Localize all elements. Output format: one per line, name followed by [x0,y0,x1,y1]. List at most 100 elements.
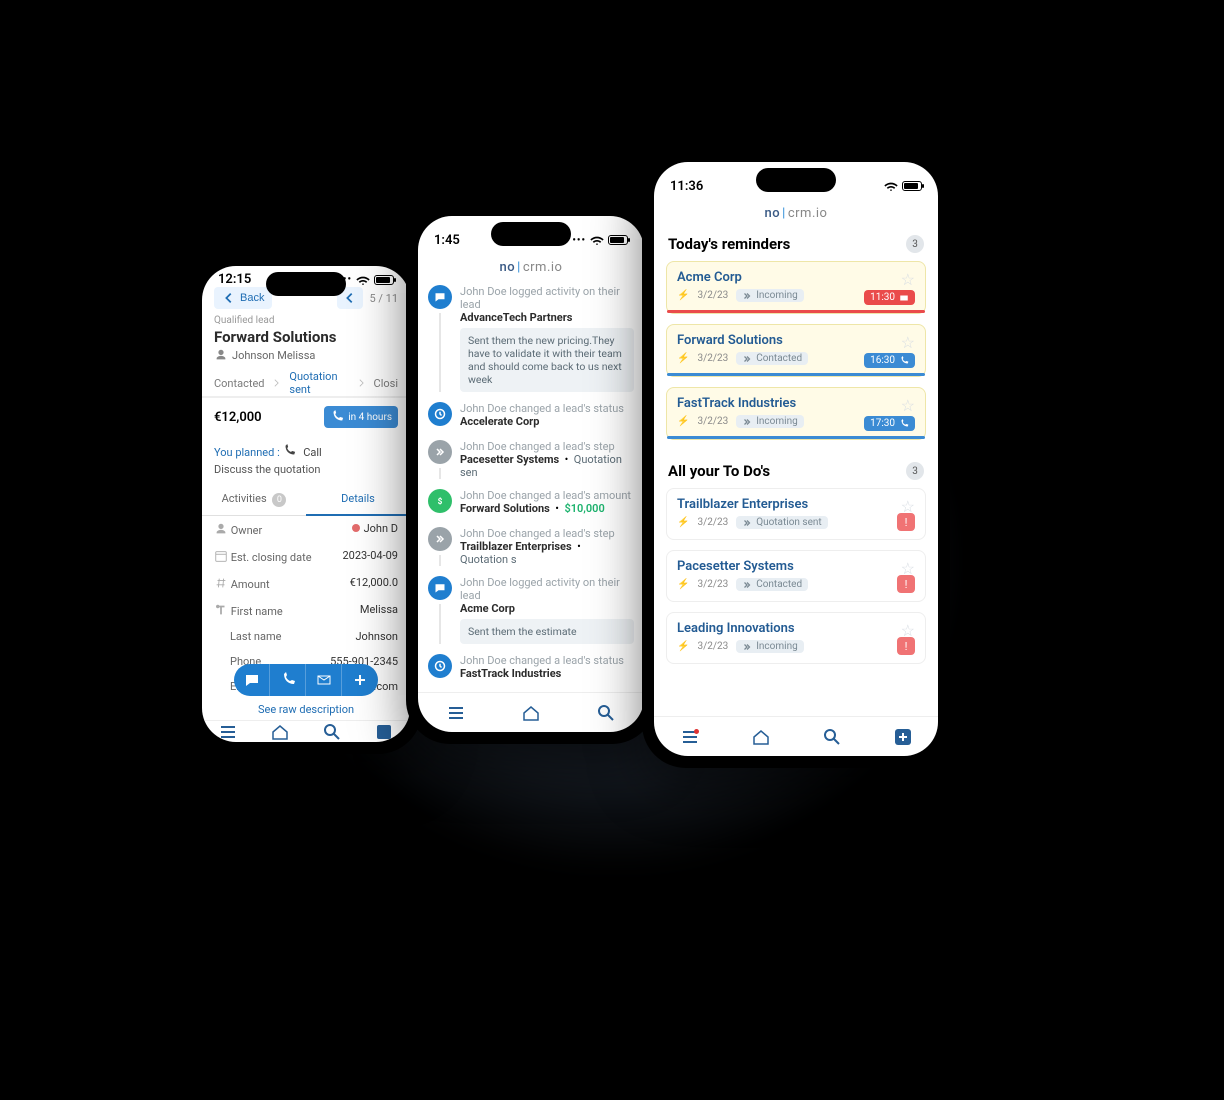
planned-action: Call [303,446,322,459]
alert-badge: ! [897,637,915,655]
plus-icon [352,672,368,688]
activity-item[interactable]: John Doe changed a lead's status Acceler… [428,402,634,430]
reminder-pill[interactable]: in 4 hours [324,406,398,428]
paragraph-icon [214,603,228,617]
star-icon[interactable]: ☆ [901,333,915,352]
star-icon[interactable]: ☆ [901,270,915,289]
step-nav[interactable]: Contacted Quotation sent Closi [202,368,410,398]
nav-menu[interactable] [679,726,701,748]
todo-date: 3/2/23 [697,517,728,528]
nav-search[interactable] [821,726,843,748]
fab-call[interactable] [270,664,306,696]
forward-icon [742,518,752,528]
fab-add[interactable] [342,664,378,696]
activity-item[interactable]: $ John Doe changed a lead's amount Forwa… [428,489,634,517]
reminder-lead-name: FastTrack Industries [677,396,915,411]
reminder-label: in 4 hours [348,412,392,423]
square-icon [374,722,394,742]
clock: 11:36 [670,179,703,194]
reminders-title: Today's reminders [668,235,790,253]
activity-item[interactable]: John Doe logged activity on their lead A… [428,576,634,644]
bolt-icon: ⚡ [677,641,689,652]
reminder-date: 3/2/23 [697,290,728,301]
search-icon [322,722,342,742]
wifi-icon [356,275,370,285]
reminders-count: 3 [906,235,924,253]
lead-title: Forward Solutions [202,326,410,348]
todos-count: 3 [906,462,924,480]
activity-lead-name: Pacesetter Systems [460,453,559,466]
raw-description-link[interactable]: See raw description [202,699,410,720]
todo-card[interactable]: ☆ Pacesetter Systems ⚡ 3/2/23 Contacted … [666,550,926,602]
forward-icon [742,580,752,590]
money-icon: $ [428,489,452,513]
reminder-time: 11:30 [864,290,915,305]
back-button[interactable]: Back [214,287,272,309]
activity-lead-name: FastTrack Industries [460,667,561,680]
activity-amount: $10,000 [564,502,604,515]
activity-lead-name: Trailblazer Enterprises [460,540,572,553]
fab-chat[interactable] [234,664,270,696]
alert-badge: ! [897,513,915,531]
nav-search[interactable] [595,702,617,724]
star-icon[interactable]: ☆ [901,396,915,415]
nav-menu[interactable] [445,702,467,724]
phone-icon [282,444,296,458]
forward-icon [742,354,752,364]
brand-logo: no|crm.io [418,258,644,285]
todo-lead-name: Pacesetter Systems [677,559,915,574]
activity-item[interactable]: John Doe changed a lead's step Pacesette… [428,440,634,479]
step-active[interactable]: Quotation sent [289,370,348,396]
reminder-date: 3/2/23 [697,416,728,427]
activity-item[interactable]: John Doe changed a lead's status FastTra… [428,654,634,680]
todo-step: Incoming [736,640,804,653]
phone-icon [280,672,296,688]
reminder-card[interactable]: ☆ Forward Solutions ⚡ 3/2/23 Contacted 1… [666,324,926,377]
todo-card[interactable]: ☆ Trailblazer Enterprises ⚡ 3/2/23 Quota… [666,488,926,540]
nav-more[interactable] [373,721,395,742]
activity-note: Sent them the new pricing.They have to v… [460,328,634,392]
plus-square-icon [893,727,913,747]
bolt-icon: ⚡ [677,290,689,301]
planned-note: Discuss the quotation [202,459,410,484]
search-icon [822,727,842,747]
bottom-nav [418,692,644,732]
activity-feed[interactable]: John Doe logged activity on their lead A… [418,285,644,692]
tab-details[interactable]: Details [306,484,410,516]
reminder-card[interactable]: ☆ Acme Corp ⚡ 3/2/23 Incoming 11:30 [666,261,926,314]
phone-activity-feed: 1:45 ••• no|crm.io John Doe logged activ… [406,204,656,744]
todo-lead-name: Trailblazer Enterprises [677,497,915,512]
phone-lead-detail: 12:15 ••• Back 5 / 11 [190,254,422,754]
nav-add[interactable] [892,726,914,748]
forward-icon [742,642,752,652]
fab-email[interactable] [306,664,342,696]
lead-contact: Johnson Melissa [202,348,410,368]
tab-activities[interactable]: Activities 0 [202,484,306,516]
phone-dashboard: 11:36 no|crm.io Today's reminders 3 ☆ Ac… [642,150,950,768]
reminder-card[interactable]: ☆ FastTrack Industries ⚡ 3/2/23 Incoming… [666,387,926,440]
activity-item[interactable]: John Doe logged activity on their lead A… [428,285,634,392]
nav-home[interactable] [520,702,542,724]
activities-count: 0 [272,493,286,507]
reminder-time: 17:30 [864,416,915,431]
reminder-lead-name: Forward Solutions [677,333,915,348]
hash-icon [214,576,228,590]
nav-home[interactable] [750,726,772,748]
nav-home[interactable] [269,721,291,742]
planned-label: You planned : [214,446,280,459]
nav-menu[interactable] [217,721,239,742]
lead-subtitle: Qualified lead [202,315,410,326]
person-icon [214,348,228,362]
chevron-right-icon [359,378,364,388]
activity-item[interactable]: John Doe changed a lead's step Trailblaz… [428,527,634,566]
home-icon [751,727,771,747]
nav-search[interactable] [321,721,343,742]
activity-description: John Doe logged activity on their lead [460,285,634,311]
step-prev[interactable]: Contacted [214,377,264,390]
forward-icon [742,291,752,301]
reminders-list: ☆ Acme Corp ⚡ 3/2/23 Incoming 11:30 ☆ Fo… [654,261,938,440]
contact-name: Johnson Melissa [232,349,315,362]
step-next[interactable]: Closi [374,377,398,390]
pager: 5 / 11 [369,292,398,305]
todo-card[interactable]: ☆ Leading Innovations ⚡ 3/2/23 Incoming … [666,612,926,664]
